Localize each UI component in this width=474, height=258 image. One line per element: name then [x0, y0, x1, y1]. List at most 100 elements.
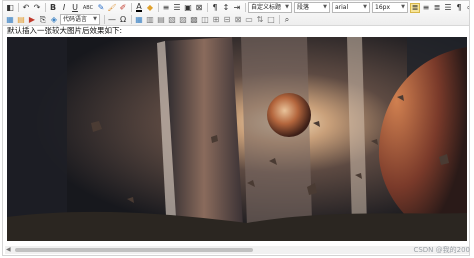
table-icon: ▦: [135, 14, 143, 24]
paragraph-format-button[interactable]: ¶: [210, 3, 220, 13]
code-language-select[interactable]: 代码语言 ▼: [60, 14, 100, 25]
font-family-select[interactable]: arial ▼: [332, 2, 370, 13]
multi-image-icon: ▤: [17, 14, 25, 24]
delete-table-button[interactable]: ⊠: [233, 15, 243, 25]
map-button[interactable]: ◈: [49, 15, 59, 25]
ordered-list-button[interactable]: ≡: [161, 3, 171, 13]
horizontal-rule-button[interactable]: —: [107, 15, 117, 25]
paragraph-select-value: 段落: [297, 4, 310, 11]
editor-content[interactable]: 默认插入一张较大图片后效果如下:: [7, 26, 467, 36]
toolbar-row-2: ▦ ▤ ▶ ⎘ ◈ 代码语言 ▼ — Ω ▦ ▥ ▤ ▧ ▨ ▩ ◫ ⊞ ⊟ ⊠ …: [5, 14, 293, 25]
table-border-icon: □: [267, 14, 275, 24]
text-direction-button[interactable]: ¶: [454, 3, 464, 13]
insert-col-button[interactable]: ▤: [156, 15, 166, 25]
indent-button[interactable]: ⇥: [232, 3, 242, 13]
table-caption-icon: ▭: [245, 14, 253, 24]
italic-icon: I: [62, 2, 66, 12]
strikethrough-icon: ABC: [82, 4, 94, 11]
select-all-button[interactable]: ▣: [183, 3, 193, 13]
insert-col-icon: ▤: [157, 14, 165, 24]
custom-title-select[interactable]: 自定义标题 ▼: [248, 2, 292, 13]
chevron-down-icon: ▼: [401, 4, 405, 10]
undo-button[interactable]: ↶: [21, 3, 31, 13]
underline-button[interactable]: U: [70, 3, 80, 13]
delete-col-icon: ▨: [179, 14, 187, 24]
search-replace-button[interactable]: ⌕: [282, 15, 292, 25]
toolbar-row-1: ◧ ↶ ↷ B I U ABC ✎ 🖌 ✐ A ◆ ≡ ☰ ▣ ⊠ ¶ ↕ ⇥ …: [5, 2, 469, 13]
cell-props-icon: ⊟: [223, 14, 231, 24]
image-button[interactable]: ▦: [5, 15, 15, 25]
special-char-button[interactable]: Ω: [118, 15, 128, 25]
table-sort-button[interactable]: ⇅: [255, 15, 265, 25]
line-height-icon: ↕: [222, 2, 230, 12]
font-size-select[interactable]: 16px ▼: [372, 2, 408, 13]
video-button[interactable]: ▶: [27, 15, 37, 25]
font-size-select-value: 16px: [375, 4, 390, 11]
inserted-image[interactable]: [7, 37, 467, 241]
strikethrough-button[interactable]: ABC: [81, 3, 95, 13]
code-language-select-value: 代码语言: [63, 16, 88, 23]
delete-row-button[interactable]: ▧: [167, 15, 177, 25]
font-family-select-value: arial: [335, 4, 349, 11]
custom-title-select-value: 自定义标题: [251, 4, 282, 11]
split-cells-button[interactable]: ◫: [200, 15, 210, 25]
toolbar-separator: [131, 15, 132, 24]
link-icon: ∞: [467, 3, 469, 13]
table-button[interactable]: ▦: [134, 15, 144, 25]
line-height-button[interactable]: ↕: [221, 3, 231, 13]
undo-icon: ↶: [22, 2, 30, 12]
unordered-list-button[interactable]: ☰: [172, 3, 182, 13]
special-char-icon: Ω: [119, 14, 127, 24]
bold-button[interactable]: B: [48, 3, 58, 13]
align-right-button[interactable]: ≣: [432, 3, 442, 13]
toolbar-separator: [18, 3, 19, 12]
merge-cells-icon: ▩: [190, 14, 198, 24]
font-color-button[interactable]: A: [134, 3, 144, 13]
align-justify-button[interactable]: ☰: [443, 3, 453, 13]
toolbar-separator: [158, 3, 159, 12]
horizontal-scrollbar[interactable]: ◀: [5, 246, 469, 254]
highlight-button[interactable]: ✐: [118, 3, 128, 13]
toolbar-separator: [131, 3, 132, 12]
scroll-left-icon[interactable]: ◀: [6, 246, 11, 254]
source-code-button[interactable]: ◧: [5, 3, 15, 13]
link-button[interactable]: ∞: [465, 3, 469, 13]
delete-table-icon: ⊠: [234, 14, 242, 24]
table-props-button[interactable]: ⊞: [211, 15, 221, 25]
underline-icon: U: [72, 2, 78, 12]
eraser-button[interactable]: ✎: [96, 3, 106, 13]
watermark: CSDN @我的200: [413, 246, 470, 254]
eraser-icon: ✎: [97, 2, 105, 12]
align-right-icon: ≣: [433, 2, 441, 12]
cell-props-button[interactable]: ⊟: [222, 15, 232, 25]
background-color-button[interactable]: ◆: [145, 3, 155, 13]
multi-image-button[interactable]: ▤: [16, 15, 26, 25]
table-border-button[interactable]: □: [266, 15, 276, 25]
source-code-icon: ◧: [6, 2, 14, 12]
video-icon: ▶: [28, 14, 36, 24]
chevron-down-icon: ▼: [323, 4, 327, 10]
table-caption-button[interactable]: ▭: [244, 15, 254, 25]
redo-button[interactable]: ↷: [32, 3, 42, 13]
unordered-list-icon: ☰: [173, 2, 181, 12]
paragraph-format-icon: ¶: [212, 2, 218, 12]
italic-button[interactable]: I: [59, 3, 69, 13]
clear-doc-button[interactable]: ⊠: [194, 3, 204, 13]
text-direction-icon: ¶: [456, 2, 462, 12]
clear-doc-icon: ⊠: [195, 2, 203, 12]
indent-icon: ⇥: [233, 2, 241, 12]
scrollbar-thumb[interactable]: [15, 248, 253, 252]
align-center-button[interactable]: ≡: [421, 3, 431, 13]
merge-cells-button[interactable]: ▩: [189, 15, 199, 25]
format-painter-button[interactable]: 🖌: [107, 3, 117, 13]
paragraph-select[interactable]: 段落 ▼: [294, 2, 330, 13]
align-left-button[interactable]: ≣: [410, 2, 420, 13]
insert-row-icon: ▥: [146, 14, 154, 24]
font-color-icon: A: [136, 2, 142, 12]
search-icon: ⌕: [284, 14, 290, 24]
insert-row-button[interactable]: ▥: [145, 15, 155, 25]
attachment-button[interactable]: ⎘: [38, 15, 48, 25]
delete-col-button[interactable]: ▨: [178, 15, 188, 25]
toolbar-separator: [45, 3, 46, 12]
toolbar-separator: [104, 15, 105, 24]
